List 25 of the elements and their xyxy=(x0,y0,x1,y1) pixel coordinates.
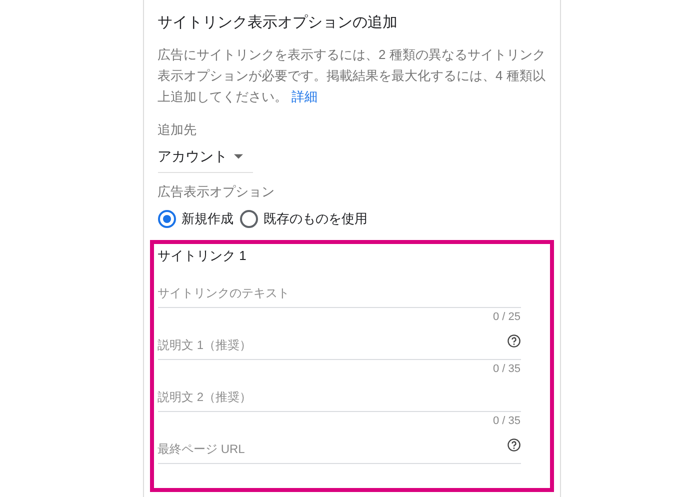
text-field[interactable]: サイトリンクのテキスト xyxy=(158,276,520,308)
radio-label: 既存のものを使用 xyxy=(264,210,368,228)
help-icon[interactable] xyxy=(506,438,520,452)
destination-label: 追加先 xyxy=(158,121,198,139)
radio-button[interactable] xyxy=(158,210,176,228)
panel-title: サイトリンク表示オプションの追加 xyxy=(158,13,398,33)
text-field[interactable]: 説明文 2（推奨） xyxy=(158,380,520,412)
radio-label: 新規作成 xyxy=(182,210,234,228)
destination-dropdown[interactable]: アカウント xyxy=(158,145,252,173)
character-counter: 0 / 25 xyxy=(492,310,520,326)
text-field[interactable]: 最終ページ URL xyxy=(158,432,520,464)
field-placeholder: サイトリンクのテキスト xyxy=(158,284,290,302)
description-text: 広告にサイトリンクを表示するには、2 種類の異なるサイトリンク表示オプションが必要です。掲載結果を最大化するには、4 種類以上追加してください。 詳細 xyxy=(158,46,546,106)
text-field[interactable]: 説明文 1（推奨） xyxy=(158,328,520,360)
caret-icon xyxy=(234,154,242,159)
character-counter: 0 / 35 xyxy=(492,362,520,378)
extension-label: 広告表示オプション xyxy=(158,183,276,201)
help-icon[interactable] xyxy=(506,334,520,348)
field-placeholder: 説明文 2（推奨） xyxy=(158,388,252,406)
radio-button[interactable] xyxy=(240,210,258,228)
sitelink-title: サイトリンク 1 xyxy=(158,248,248,264)
field-placeholder: 最終ページ URL xyxy=(158,440,245,458)
field-placeholder: 説明文 1（推奨） xyxy=(158,336,252,354)
character-counter: 0 / 35 xyxy=(492,414,520,430)
details-link[interactable]: 詳細 xyxy=(292,89,318,104)
